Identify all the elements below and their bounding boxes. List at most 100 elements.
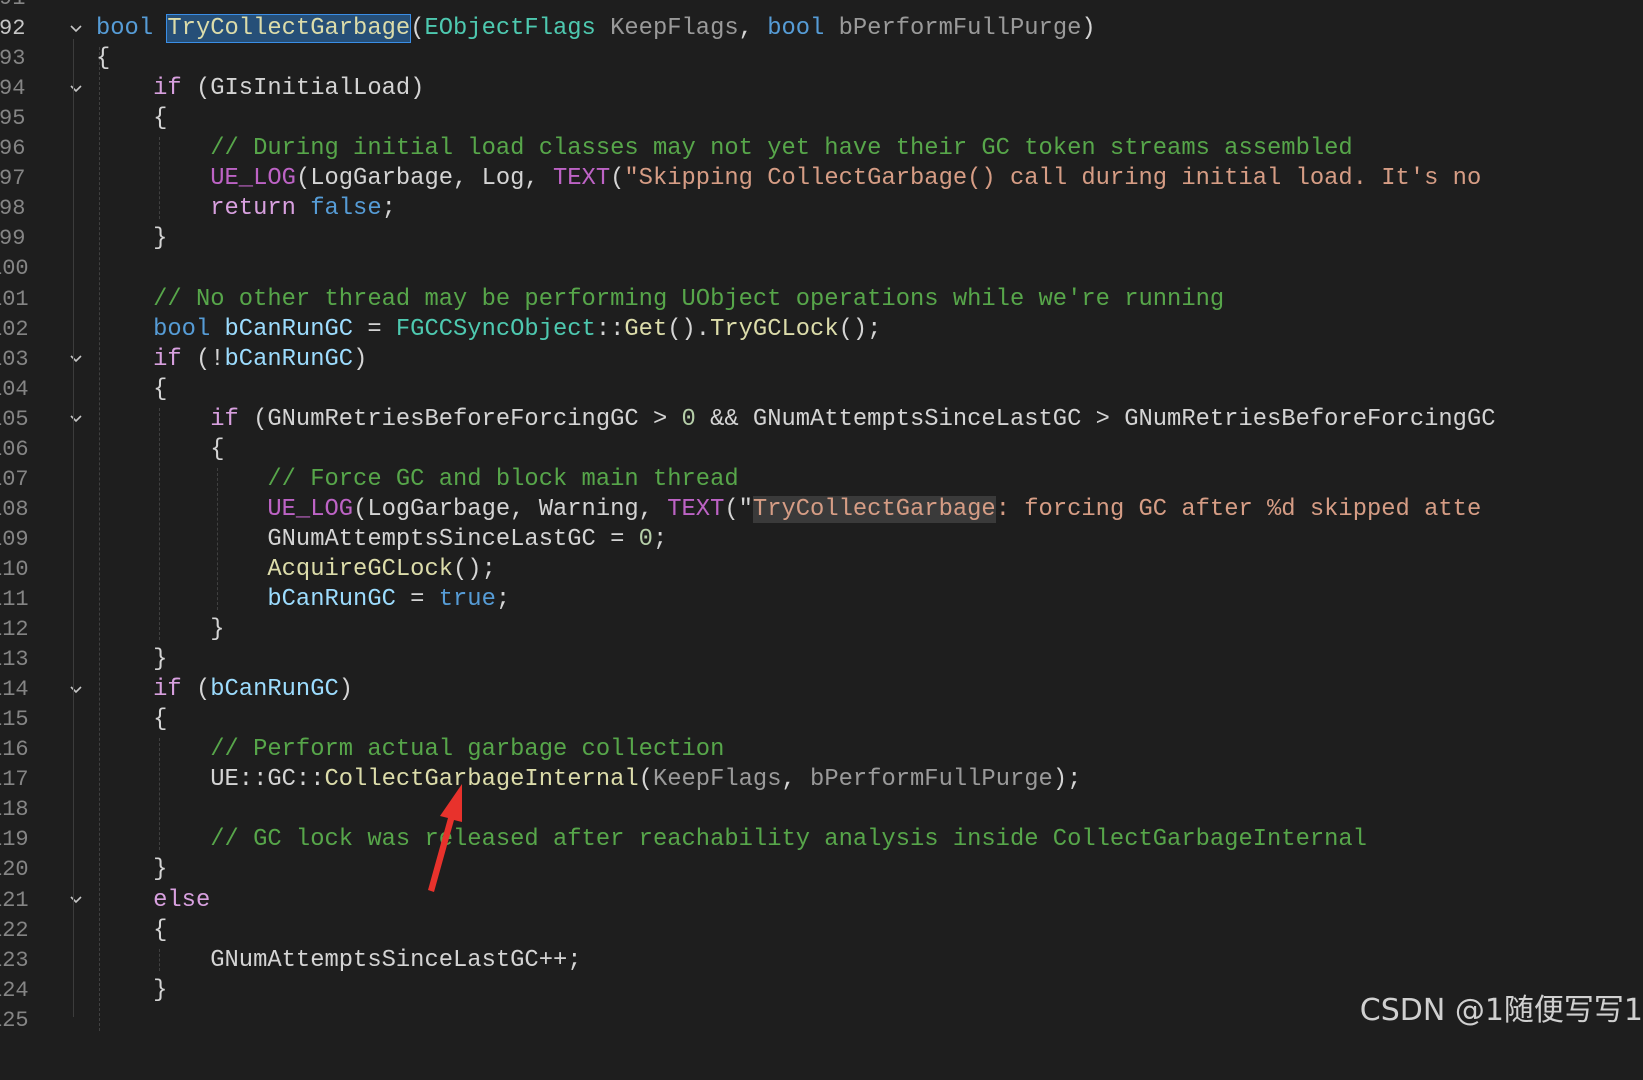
- code-token: ): [1081, 15, 1096, 43]
- code-line[interactable]: bCanRunGC = true;: [96, 584, 510, 616]
- chevron-down-icon[interactable]: [66, 404, 86, 436]
- code-token: (: [181, 676, 211, 704]
- line-number: 94: [0, 76, 26, 102]
- code-token: 0: [681, 405, 696, 433]
- code-line[interactable]: // GC lock was released after reachabili…: [96, 824, 1367, 856]
- code-token: ;: [381, 195, 396, 223]
- code-line[interactable]: {: [96, 434, 225, 466]
- code-token: GNumAttemptsSinceLastGC =: [96, 525, 639, 553]
- code-line[interactable]: if (GNumRetriesBeforeForcingGC > 0 && GN…: [96, 404, 1496, 436]
- code-line[interactable]: UE::GC::CollectGarbageInternal(KeepFlags…: [96, 764, 1081, 796]
- chevron-down-icon[interactable]: [66, 674, 86, 706]
- code-token: }: [96, 646, 168, 674]
- line-number: 111: [0, 587, 29, 612]
- code-token: }: [96, 976, 168, 1004]
- code-token: (LogGarbage, Log,: [295, 165, 553, 193]
- chevron-down-icon[interactable]: [66, 885, 86, 917]
- line-number: 121: [0, 887, 29, 913]
- line-number: 104: [0, 376, 29, 402]
- code-line[interactable]: // During initial load classes may not y…: [96, 133, 1352, 165]
- line-number: 103: [0, 346, 29, 372]
- code-token: (": [724, 495, 753, 523]
- line-number: 108: [0, 496, 29, 522]
- code-line[interactable]: {: [96, 374, 167, 406]
- scope-line: [73, 39, 74, 1017]
- code-token: TryCollectGarbage: [752, 495, 996, 523]
- code-token: // Force GC and block main thread: [267, 465, 739, 493]
- code-token: && GNumAttemptsSinceLastGC > GNumRetries…: [695, 405, 1496, 433]
- code-line[interactable]: AcquireGCLock();: [96, 554, 496, 586]
- code-token: );: [1052, 766, 1082, 794]
- code-line[interactable]: if (GIsInitialLoad): [96, 73, 424, 105]
- code-line[interactable]: UE_LOG(LogGarbage, Log, TEXT("Skipping C…: [96, 163, 1481, 195]
- line-number: 124: [0, 977, 29, 1003]
- code-line[interactable]: UE_LOG(LogGarbage, Warning, TEXT("TryCol…: [96, 494, 1481, 526]
- code-line[interactable]: }: [96, 223, 167, 255]
- code-line[interactable]: }: [96, 644, 167, 676]
- code-line[interactable]: // Perform actual garbage collection: [96, 734, 724, 766]
- code-line[interactable]: GNumAttemptsSinceLastGC = 0;: [96, 524, 667, 556]
- code-token: bCanRunGC: [224, 345, 354, 373]
- code-token: (: [410, 15, 425, 43]
- line-number: 123: [0, 947, 29, 973]
- code-line[interactable]: if (bCanRunGC): [96, 674, 353, 706]
- code-token: (: [610, 165, 625, 193]
- code-line[interactable]: }: [96, 854, 167, 886]
- code-token: }: [96, 856, 168, 884]
- code-line[interactable]: {: [96, 915, 167, 947]
- code-token: if: [153, 676, 182, 704]
- code-token: =: [353, 315, 396, 343]
- code-token: if: [210, 405, 239, 433]
- code-token: if: [153, 345, 182, 373]
- code-token: {: [96, 435, 225, 463]
- code-token: Get: [624, 315, 668, 343]
- code-token: bool: [96, 15, 154, 43]
- code-token: TEXT: [667, 495, 725, 523]
- code-token: KeepFlags: [610, 15, 739, 43]
- code-line[interactable]: }: [96, 614, 224, 646]
- code-token: : forcing GC after %d skipped atte: [995, 495, 1482, 523]
- code-line[interactable]: return false;: [96, 193, 396, 225]
- code-line[interactable]: bool TryCollectGarbage(EObjectFlags Keep…: [96, 13, 1096, 45]
- line-number: 107: [0, 466, 29, 492]
- code-line[interactable]: {: [96, 43, 110, 75]
- line-number: 95: [0, 106, 26, 132]
- line-number: 102: [0, 316, 29, 342]
- code-line[interactable]: {: [96, 704, 167, 736]
- code-line[interactable]: if (!bCanRunGC): [96, 344, 367, 376]
- line-number: 96: [0, 136, 26, 162]
- line-number: 122: [0, 917, 29, 943]
- code-line[interactable]: // No other thread may be performing UOb…: [96, 284, 1224, 316]
- code-line[interactable]: bool bCanRunGC = FGCCSyncObject::Get().T…: [96, 314, 881, 346]
- code-line[interactable]: {: [96, 103, 167, 135]
- code-token: =: [395, 586, 439, 613]
- chevron-down-icon[interactable]: [66, 344, 86, 376]
- code-token: TEXT: [553, 165, 611, 193]
- code-token: {: [96, 706, 168, 734]
- line-number: 112: [0, 617, 29, 643]
- line-number: 116: [0, 737, 29, 763]
- chevron-down-icon[interactable]: [66, 13, 86, 45]
- code-editor[interactable]: 9192939495969798991001011021031041051061…: [0, 0, 1643, 1080]
- code-line[interactable]: GNumAttemptsSinceLastGC++;: [96, 945, 581, 977]
- code-line[interactable]: else: [96, 885, 210, 917]
- code-line[interactable]: // Force GC and block main thread: [96, 464, 739, 496]
- line-number: 105: [0, 406, 29, 432]
- chevron-down-icon[interactable]: [66, 73, 86, 105]
- code-line[interactable]: }: [96, 975, 167, 1007]
- code-token: UE::GC::: [96, 766, 325, 794]
- code-token: {: [96, 45, 111, 73]
- line-number: 110: [0, 556, 29, 582]
- code-token: ;: [495, 586, 511, 613]
- code-token: }: [96, 225, 168, 253]
- code-token: UE_LOG: [210, 165, 296, 193]
